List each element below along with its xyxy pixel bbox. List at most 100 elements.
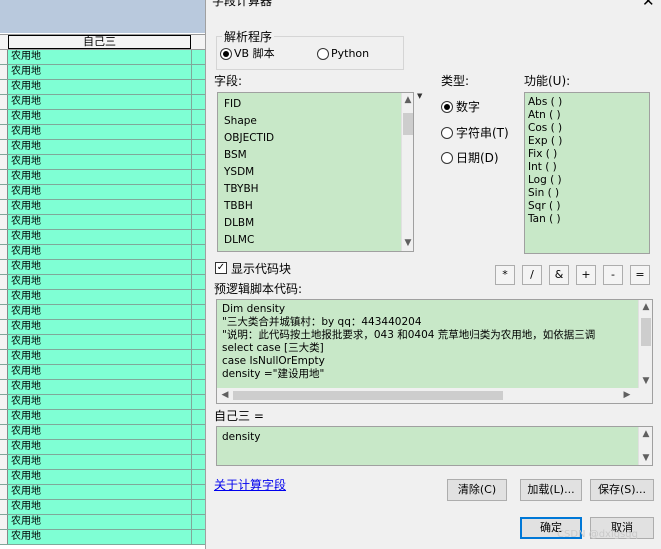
row-selector[interactable]	[0, 470, 8, 484]
prelogic-code-box[interactable]: Dim density "三大类合并城镇村：by qq：443440204 "说明：…	[216, 299, 653, 404]
row-selector[interactable]	[0, 245, 8, 259]
field-list-item[interactable]: YSDM	[224, 166, 254, 178]
load-button[interactable]: 加载(L)...	[520, 479, 582, 501]
table-row[interactable]: 农用地	[0, 125, 205, 140]
vbscript-radio[interactable]	[220, 48, 232, 60]
code-vscrollbar[interactable]: ▲ ▼	[638, 300, 652, 388]
table-cell[interactable]: 农用地	[9, 155, 192, 169]
table-cell-next[interactable]	[193, 500, 205, 514]
code-vscroll-thumb[interactable]	[641, 318, 651, 346]
type-string-radio[interactable]	[441, 127, 453, 139]
row-selector[interactable]	[0, 530, 8, 544]
row-selector[interactable]	[0, 305, 8, 319]
row-selector[interactable]	[0, 65, 8, 79]
table-row[interactable]: 农用地	[0, 515, 205, 530]
row-selector[interactable]	[0, 485, 8, 499]
fields-scrollbar[interactable]: ▲ ▼	[401, 93, 413, 251]
table-cell[interactable]: 农用地	[9, 125, 192, 139]
function-list-item[interactable]: Fix ( )	[528, 148, 557, 160]
table-row[interactable]: 农用地	[0, 395, 205, 410]
row-selector[interactable]	[0, 50, 8, 64]
table-row[interactable]: 农用地	[0, 215, 205, 230]
table-cell-next[interactable]	[193, 260, 205, 274]
expr-scroll-down-icon[interactable]: ▼	[640, 453, 652, 463]
row-selector[interactable]	[0, 140, 8, 154]
table-cell-next[interactable]	[193, 290, 205, 304]
expr-scroll-up-icon[interactable]: ▲	[640, 429, 652, 439]
table-cell-next[interactable]	[193, 200, 205, 214]
table-cell-next[interactable]	[193, 80, 205, 94]
functions-list[interactable]: Abs ( ) Atn ( ) Cos ( ) Exp ( ) Fix ( ) Int (…	[524, 92, 650, 254]
code-hscrollbar[interactable]: ◀ ▶	[217, 388, 652, 403]
table-cell[interactable]: 农用地	[9, 350, 192, 364]
table-row[interactable]: 农用地	[0, 290, 205, 305]
table-cell-next[interactable]	[193, 380, 205, 394]
table-cell-next[interactable]	[193, 185, 205, 199]
table-row[interactable]: 农用地	[0, 65, 205, 80]
row-selector[interactable]	[0, 215, 8, 229]
table-row[interactable]: 农用地	[0, 275, 205, 290]
table-cell-next[interactable]	[193, 275, 205, 289]
row-selector[interactable]	[0, 515, 8, 529]
table-cell-next[interactable]	[193, 140, 205, 154]
function-list-item[interactable]: Log ( )	[528, 174, 562, 186]
table-cell[interactable]: 农用地	[9, 215, 192, 229]
table-cell[interactable]: 农用地	[9, 260, 192, 274]
table-cell-next[interactable]	[193, 410, 205, 424]
table-row[interactable]: 农用地	[0, 80, 205, 95]
code-scroll-left-icon[interactable]: ◀	[219, 390, 231, 400]
table-row[interactable]: 农用地	[0, 380, 205, 395]
table-cell-next[interactable]	[193, 440, 205, 454]
table-row[interactable]: 农用地	[0, 95, 205, 110]
table-cell[interactable]: 农用地	[9, 470, 192, 484]
close-icon[interactable]: ✕	[642, 0, 655, 9]
table-cell-next[interactable]	[193, 65, 205, 79]
row-selector[interactable]	[0, 170, 8, 184]
table-cell[interactable]: 农用地	[9, 185, 192, 199]
table-cell[interactable]: 农用地	[9, 95, 192, 109]
row-selector[interactable]	[0, 275, 8, 289]
table-cell-next[interactable]	[193, 155, 205, 169]
function-list-item[interactable]: Atn ( )	[528, 109, 561, 121]
row-selector[interactable]	[0, 455, 8, 469]
row-selector[interactable]	[0, 500, 8, 514]
table-cell[interactable]: 农用地	[9, 230, 192, 244]
table-cell[interactable]: 农用地	[9, 290, 192, 304]
table-cell-next[interactable]	[193, 305, 205, 319]
scroll-thumb[interactable]	[403, 113, 413, 135]
show-codeblock-checkbox[interactable]: ✓	[215, 262, 227, 274]
table-cell-next[interactable]	[193, 50, 205, 64]
row-selector[interactable]	[0, 320, 8, 334]
table-row[interactable]: 农用地	[0, 455, 205, 470]
field-list-item[interactable]: TBYBH	[224, 183, 259, 195]
dropdown-arrow-icon[interactable]: ▼	[417, 92, 422, 100]
table-cell-next[interactable]	[193, 110, 205, 124]
row-selector[interactable]	[0, 185, 8, 199]
table-row[interactable]: 农用地	[0, 260, 205, 275]
table-cell[interactable]: 农用地	[9, 80, 192, 94]
table-cell-next[interactable]	[193, 215, 205, 229]
table-cell-next[interactable]	[193, 95, 205, 109]
table-row[interactable]: 农用地	[0, 170, 205, 185]
table-cell[interactable]: 农用地	[9, 410, 192, 424]
code-hscroll-thumb[interactable]	[233, 391, 503, 400]
table-cell[interactable]: 农用地	[9, 485, 192, 499]
function-list-item[interactable]: Int ( )	[528, 161, 557, 173]
table-cell[interactable]: 农用地	[9, 530, 192, 544]
function-list-item[interactable]: Tan ( )	[528, 213, 561, 225]
row-selector[interactable]	[0, 290, 8, 304]
table-cell-next[interactable]	[193, 530, 205, 544]
table-row[interactable]: 农用地	[0, 335, 205, 350]
table-cell-next[interactable]	[193, 335, 205, 349]
type-date-radio[interactable]	[441, 152, 453, 164]
row-selector[interactable]	[0, 365, 8, 379]
table-cell-next[interactable]	[193, 455, 205, 469]
row-selector[interactable]	[0, 95, 8, 109]
table-cell[interactable]: 农用地	[9, 65, 192, 79]
minus-operator-button[interactable]: -	[603, 265, 623, 285]
table-cell[interactable]: 农用地	[9, 50, 192, 64]
table-cell[interactable]: 农用地	[9, 365, 192, 379]
table-row[interactable]: 农用地	[0, 440, 205, 455]
table-cell[interactable]: 农用地	[9, 140, 192, 154]
table-cell[interactable]: 农用地	[9, 455, 192, 469]
